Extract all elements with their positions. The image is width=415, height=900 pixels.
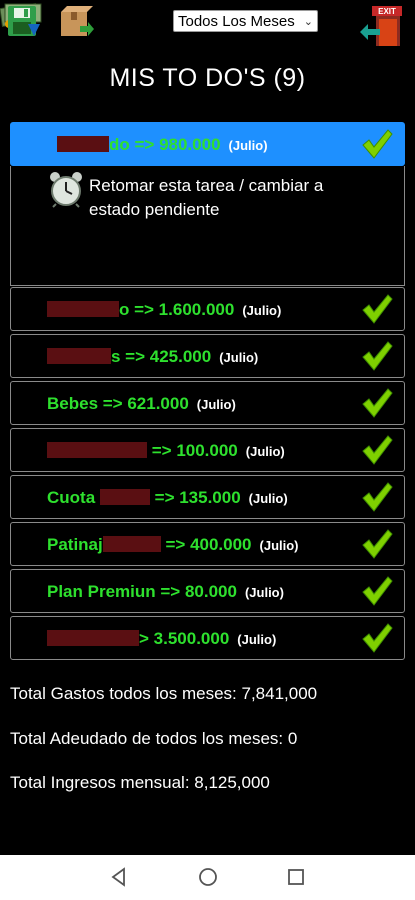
check-icon[interactable] (360, 621, 394, 655)
page-title: MIS TO DO'S (9) (109, 64, 306, 92)
todo-row[interactable]: => 100.000 (Julio) (10, 428, 405, 472)
import-icon[interactable] (58, 4, 94, 40)
redacted-text (102, 536, 161, 552)
todo-label: Bebes => 621.000 (Julio) (47, 394, 236, 414)
redacted-text (57, 136, 109, 152)
todo-label: Plan Premiun => 80.000 (Julio) (47, 582, 284, 602)
todo-month: (Julio) (259, 538, 299, 553)
todo-text: o => 1.600.000 (119, 300, 235, 319)
todo-text: Plan Premiun => 80.000 (47, 582, 237, 601)
check-icon[interactable] (360, 127, 394, 161)
todo-text: s => 425.000 (111, 347, 212, 366)
todo-text: Patinaj (47, 535, 103, 554)
todo-expanded-panel: Retomar esta tarea / cambiar a estado pe… (10, 166, 405, 286)
back-icon[interactable] (107, 865, 131, 889)
check-icon[interactable] (360, 433, 394, 467)
todo-month: (Julio) (228, 138, 268, 153)
todo-label: > 3.500.000 (Julio) (47, 629, 276, 649)
todo-row[interactable]: Cuota => 135.000 (Julio) (10, 475, 405, 519)
alarm-clock-icon[interactable] (49, 170, 83, 208)
check-icon[interactable] (360, 480, 394, 514)
todo-month: (Julio) (196, 397, 236, 412)
check-icon[interactable] (360, 292, 394, 326)
chevron-down-icon: ⌄ (303, 16, 313, 28)
todo-row[interactable]: Plan Premiun => 80.000 (Julio) (10, 569, 405, 613)
redacted-text (47, 348, 111, 364)
todo-text: => 135.000 (154, 488, 241, 507)
todo-row[interactable]: s => 425.000 (Julio) (10, 334, 405, 378)
redacted-text (99, 489, 150, 505)
redacted-text (47, 442, 147, 458)
todo-row[interactable]: o => 1.600.000 (Julio) (10, 287, 405, 331)
total-ingresos: Total Ingresos mensual: 8,125,000 (10, 773, 270, 792)
month-filter-select[interactable]: Todos Los Meses ⌄ (173, 10, 318, 32)
todo-month: (Julio) (248, 491, 288, 506)
todo-text: => 400.000 (165, 535, 252, 554)
redacted-text (47, 301, 119, 317)
todo-text: > 3.500.000 (139, 629, 230, 648)
retake-task-action[interactable]: Retomar esta tarea / cambiar a estado pe… (89, 174, 379, 222)
todo-row[interactable]: Bebes => 621.000 (Julio) (10, 381, 405, 425)
todo-month: (Julio) (244, 585, 284, 600)
todo-label: => 100.000 (Julio) (47, 441, 285, 461)
check-icon[interactable] (360, 339, 394, 373)
total-adeudado: Total Adeudado de todos los meses: 0 (10, 729, 298, 748)
todo-text: Bebes => 621.000 (47, 394, 189, 413)
check-icon[interactable] (360, 574, 394, 608)
todo-label: s => 425.000 (Julio) (47, 347, 258, 367)
exit-label: EXIT (378, 7, 396, 16)
recents-icon[interactable] (284, 865, 308, 889)
home-icon[interactable] (196, 865, 220, 889)
todo-label: Patinaj => 400.000 (Julio) (47, 535, 299, 555)
todo-month: (Julio) (242, 303, 282, 318)
redacted-text (47, 630, 139, 646)
todo-row[interactable]: Patinaj => 400.000 (Julio) (10, 522, 405, 566)
todo-row[interactable]: > 3.500.000 (Julio) (10, 616, 405, 660)
todo-label: do => 980.000 (Julio) (57, 135, 268, 155)
todo-month: (Julio) (219, 350, 259, 365)
todo-text: => 100.000 (151, 441, 238, 460)
month-filter-value: Todos Los Meses (178, 13, 295, 30)
exit-icon[interactable]: EXIT (358, 4, 406, 48)
todo-label: o => 1.600.000 (Julio) (47, 300, 281, 320)
save-icon[interactable] (6, 4, 42, 40)
todo-label: Cuota => 135.000 (Julio) (47, 488, 288, 508)
check-icon[interactable] (360, 527, 394, 561)
check-icon[interactable] (360, 386, 394, 420)
system-navigation-bar (0, 855, 415, 900)
toolbar: Todos Los Meses ⌄ EXIT (0, 0, 415, 48)
todo-text: Cuota (47, 488, 96, 507)
todo-text: do => 980.000 (109, 135, 221, 154)
todo-month: (Julio) (237, 632, 277, 647)
total-gastos: Total Gastos todos los meses: 7,841,000 (10, 684, 318, 703)
todo-row[interactable]: do => 980.000 (Julio) (10, 122, 405, 166)
todo-month: (Julio) (245, 444, 285, 459)
